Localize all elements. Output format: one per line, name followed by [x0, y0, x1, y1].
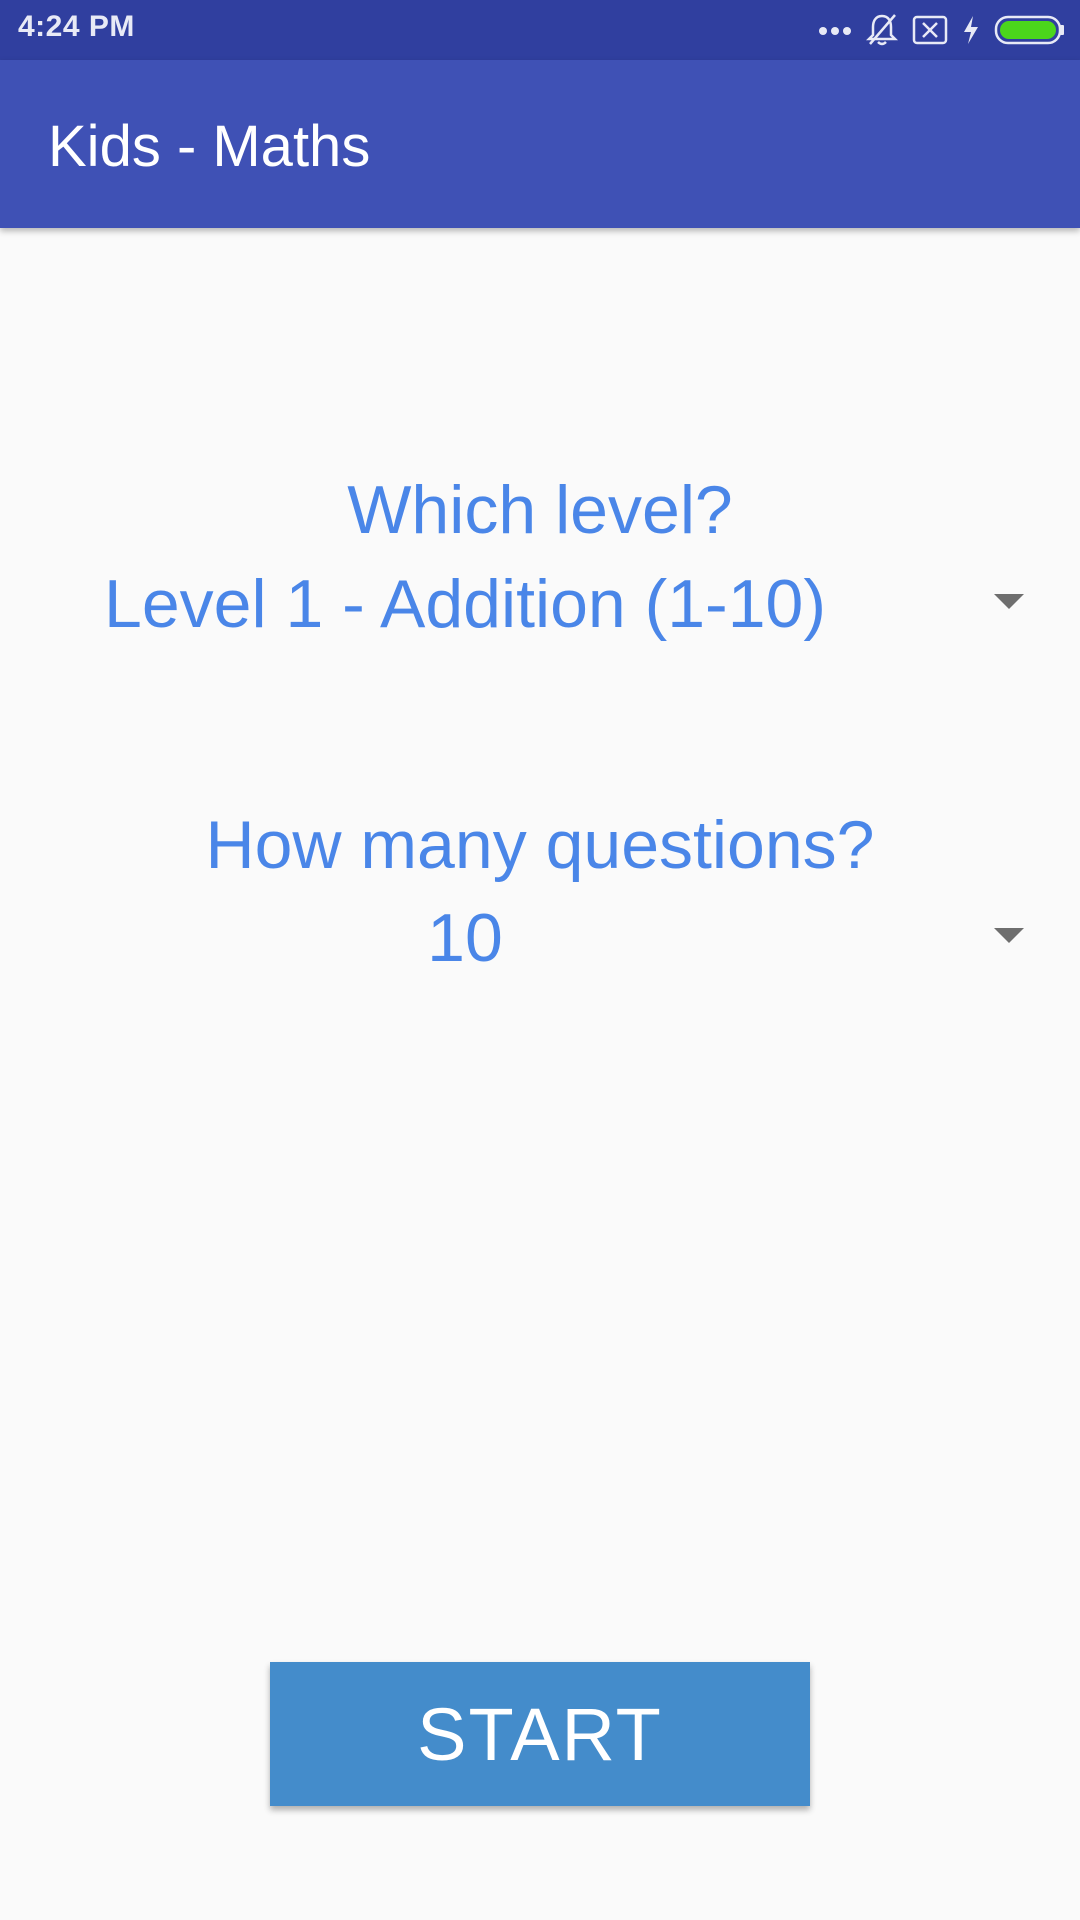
- dropdown-arrow-icon: [994, 594, 1024, 609]
- status-icons: [818, 8, 1066, 52]
- app-bar: Kids - Maths: [0, 60, 1080, 228]
- level-question-label: Which level?: [347, 472, 733, 548]
- battery-icon: [994, 15, 1066, 45]
- more-icon: [818, 24, 852, 36]
- level-spinner[interactable]: Level 1 - Addition (1-10): [100, 558, 1030, 650]
- dropdown-arrow-icon: [994, 928, 1024, 943]
- questions-count-spinner[interactable]: 10: [100, 892, 1030, 984]
- status-bar: 4:24 PM: [0, 0, 1080, 60]
- status-time: 4:24 PM: [18, 10, 135, 43]
- sim-blocked-icon: [912, 15, 948, 45]
- questions-count-spinner-value: 10: [427, 900, 503, 976]
- bell-off-icon: [866, 13, 898, 47]
- start-button[interactable]: START: [270, 1662, 810, 1806]
- app-title: Kids - Maths: [48, 114, 371, 179]
- charging-icon: [962, 15, 980, 45]
- questions-count-label: How many questions?: [205, 807, 875, 883]
- level-spinner-value: Level 1 - Addition (1-10): [104, 566, 826, 642]
